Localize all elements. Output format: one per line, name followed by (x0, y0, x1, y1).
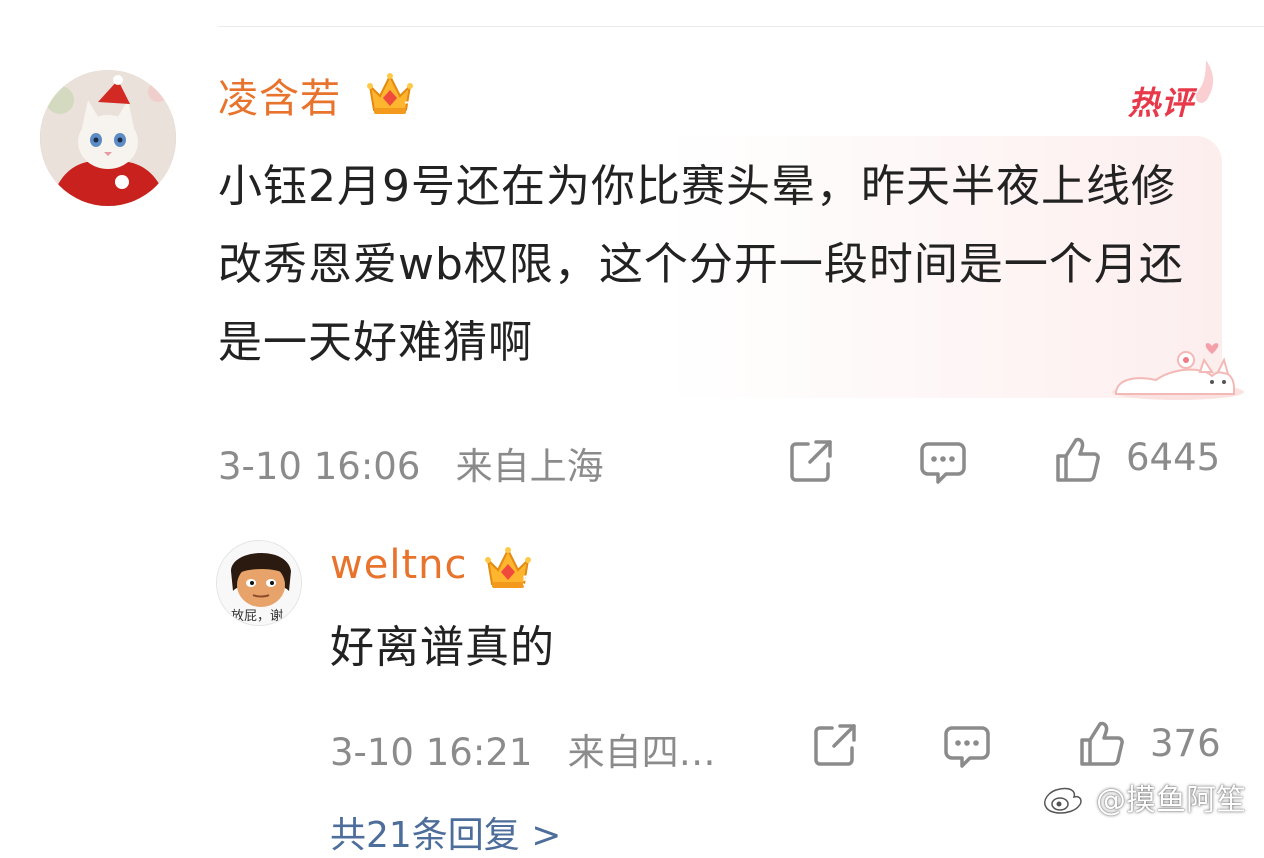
hot-comment-badge: 热评 (1124, 60, 1224, 122)
reply-meta: 3-10 16:21 来自四… (330, 722, 716, 776)
like-count: 6445 (1126, 436, 1221, 479)
watermark-text: @摸鱼阿笙 (1096, 783, 1246, 818)
like-icon[interactable] (1052, 434, 1102, 484)
reply-timestamp: 3-10 16:21 (330, 731, 533, 774)
weibo-logo-icon (1044, 781, 1088, 814)
crown-level-5-icon: 5 (482, 542, 534, 592)
reply-location: 来自四… (567, 731, 716, 774)
reply-avatar[interactable]: 放屁，谢 (216, 540, 302, 626)
cat-sticker-decoration (1108, 332, 1244, 402)
top-divider (218, 26, 1264, 27)
like-icon[interactable] (1076, 718, 1126, 768)
share-icon[interactable] (810, 720, 860, 770)
comment-location: 来自上海 (455, 445, 604, 488)
comment-text: 小钰2月9号还在为你比赛头晕，昨天半夜上线修改秀恩爱wb权限，这个分开一段时间是… (218, 161, 1184, 368)
reply-username[interactable]: weltnc (330, 542, 467, 588)
reply-text: 好离谱真的 (330, 622, 555, 673)
comment-icon[interactable] (942, 720, 992, 770)
comment-username[interactable]: 凌含若 (218, 66, 341, 124)
watermark: @摸鱼阿笙 (1040, 774, 1246, 820)
comment-icon[interactable] (918, 436, 968, 486)
comment-meta: 3-10 16:06 来自上海 (218, 436, 604, 490)
more-replies-link[interactable]: 共21条回复 > (330, 806, 561, 858)
comment-timestamp: 3-10 16:06 (218, 445, 421, 488)
crown-level-7-icon: 7 (364, 68, 416, 118)
avatar-caption: 放屁，谢 (231, 609, 284, 624)
svg-text:5: 5 (522, 574, 532, 590)
avatar[interactable] (40, 70, 176, 206)
hot-comment-label: 热评 (1128, 84, 1195, 122)
share-icon[interactable] (786, 436, 836, 486)
like-count: 376 (1150, 722, 1221, 765)
cat-avatar-image (40, 70, 176, 206)
svg-text:7: 7 (404, 100, 414, 116)
